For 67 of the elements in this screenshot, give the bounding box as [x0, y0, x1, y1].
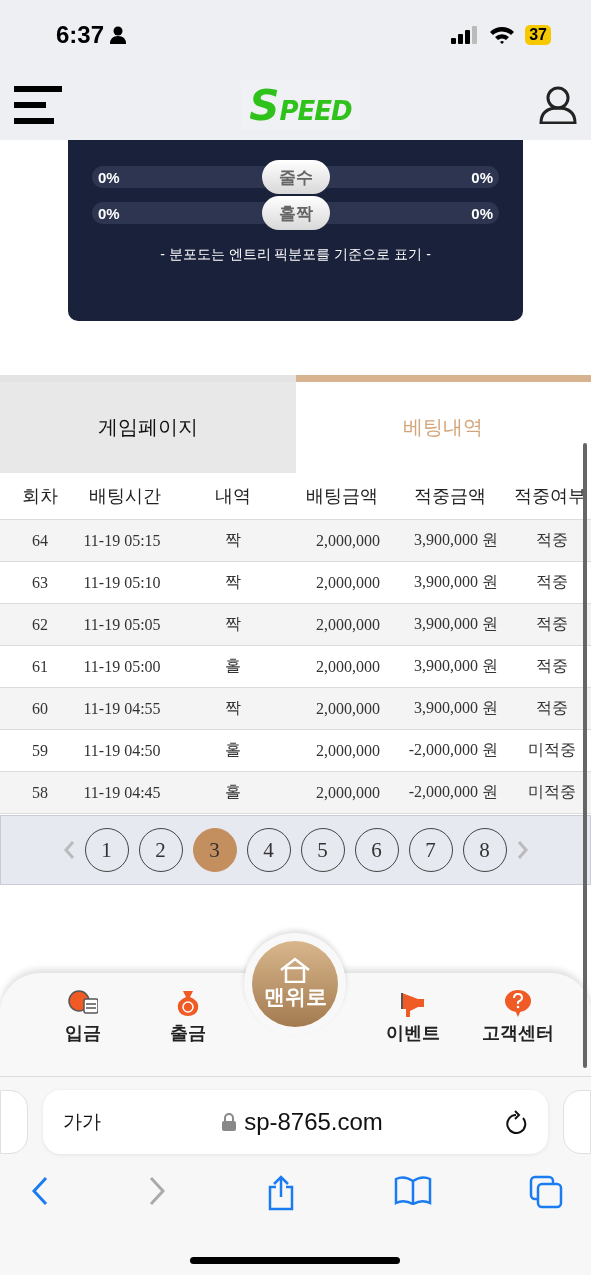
column-header: 적중여부 [513, 485, 587, 508]
nav-label[interactable]: 출금 [169, 1021, 206, 1045]
nav-label[interactable]: 입금 [64, 1021, 101, 1045]
table-cell-text: 짝 [224, 698, 242, 718]
table-cell-text: 60 [31, 699, 49, 718]
table-cell-text: 3,900,000 원 [413, 530, 499, 550]
table-cell-text: 홀 [224, 740, 242, 760]
tab[interactable]: 게임페이지 [0, 375, 296, 473]
table-cell-text: 적중 [534, 530, 569, 550]
table-cell-text: 11-19 05:00 [82, 657, 162, 676]
table-cell-text: 2,000,000 [315, 615, 381, 634]
column-header: 내역 [214, 485, 252, 508]
table-cell-text: 2,000,000 [315, 657, 381, 676]
table-cell-text: 2,000,000 [315, 741, 381, 760]
page-button[interactable]: 3 [192, 828, 237, 872]
percent-label: 0% [98, 204, 120, 222]
column-header: 배팅시간 [88, 485, 162, 508]
table-cell-text: 적중 [534, 698, 569, 718]
url-text: sp-8765.com [244, 1108, 383, 1136]
table-cell-text: 적중 [534, 614, 569, 634]
table-cell-text: 홀 [224, 782, 242, 802]
table-cell-text: 11-19 05:10 [82, 573, 162, 592]
table-cell-text: 2,000,000 [315, 573, 381, 592]
column-header: 회차 [21, 485, 59, 508]
table-cell-text: 미적중 [526, 740, 577, 760]
table-cell-text: 63 [31, 573, 49, 592]
table-cell-text: -2,000,000 원 [407, 740, 499, 760]
percent-label: 0% [98, 168, 120, 186]
column-header: 배팅금액 [305, 485, 379, 508]
table-cell-text: -2,000,000 원 [407, 782, 499, 802]
table-cell-text: 짝 [224, 530, 242, 550]
table-cell-text: 3,900,000 원 [413, 698, 499, 718]
percent-label: 0% [471, 168, 493, 186]
column-header: 적중금액 [413, 485, 487, 508]
table-cell-text: 62 [31, 615, 49, 634]
battery-level: 37 [525, 25, 551, 45]
table-cell-text: 11-19 04:55 [82, 699, 162, 718]
table-cell-text: 58 [31, 783, 49, 802]
table-cell-text: 11-19 05:05 [82, 615, 162, 634]
table-cell-text: 2,000,000 [315, 531, 381, 550]
table-cell-text: 짝 [224, 614, 242, 634]
category-pill: 줄수 [261, 160, 330, 194]
table-cell-text: 64 [31, 531, 49, 550]
table-cell-text: 2,000,000 [315, 783, 381, 802]
distribution-note: - 분포도는 엔트리 픽분포를 기준으로 표기 - [159, 246, 432, 264]
table-cell-text: 적중 [534, 656, 569, 676]
nav-label[interactable]: 고객센터 [482, 1021, 555, 1045]
scroll-top-label: 맨위로 [263, 984, 327, 1010]
table-cell-text: 미적중 [526, 782, 577, 802]
percent-label: 0% [471, 204, 493, 222]
table-cell-text: 3,900,000 원 [413, 572, 499, 592]
table-cell-text: 3,900,000 원 [413, 656, 499, 676]
category-pill: 홀짝 [261, 196, 330, 230]
table-cell-text: 11-19 04:45 [82, 783, 162, 802]
table-cell-text: 11-19 05:15 [82, 531, 162, 550]
table-cell-text: 11-19 04:50 [82, 741, 162, 760]
table-cell-text: 적중 [534, 572, 569, 592]
table-cell-text: 홀 [224, 656, 242, 676]
nav-label[interactable]: 이벤트 [386, 1021, 441, 1045]
text-size-button[interactable]: 가가 [63, 1109, 101, 1135]
table-cell-text: 짝 [224, 572, 242, 592]
clock-time: 6:37 [56, 21, 105, 49]
address-bar[interactable]: 가가 sp-8765.com [43, 1090, 548, 1154]
table-cell-text: 2,000,000 [315, 699, 381, 718]
table-cell-text: 59 [31, 741, 49, 760]
table-cell-text: 3,900,000 원 [413, 614, 499, 634]
table-cell-text: 61 [31, 657, 49, 676]
